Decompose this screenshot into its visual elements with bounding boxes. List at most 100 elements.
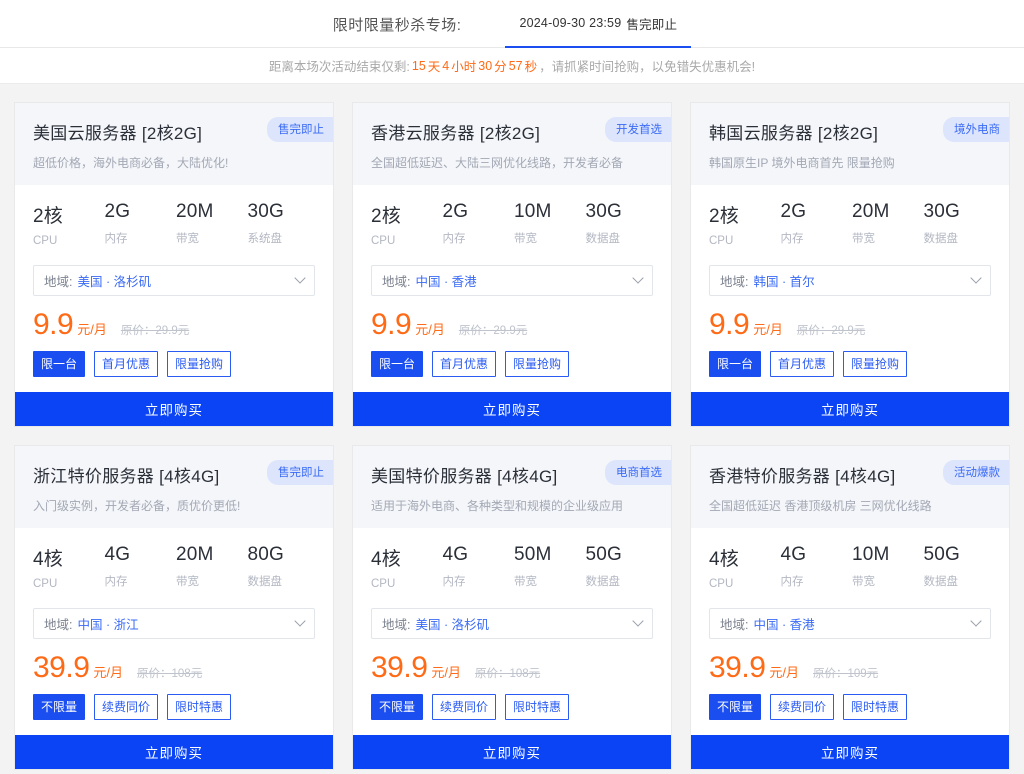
countdown-hours-unit: 小时: [451, 56, 476, 75]
chevron-down-icon: [294, 272, 305, 283]
product-card-6[interactable]: 香港特价服务器 [4核4G] 全国超低延迟 香港顶级机房 三网优化线路 活动爆款…: [690, 445, 1010, 770]
card-header: 香港特价服务器 [4核4G] 全国超低延迟 香港顶级机房 三网优化线路 活动爆款: [691, 446, 1009, 528]
price-row: 9.9 元/月 原价：29.9元: [33, 310, 315, 340]
spec-value: 2G: [781, 201, 849, 223]
price-unit: 元/月: [753, 319, 783, 338]
spec-cell-2: 4G 内存: [781, 544, 849, 590]
spec-value: 4核: [33, 544, 101, 571]
spec-row: 4核CPU4G内存20M带宽80G数据盘: [33, 544, 315, 590]
spec-label: 数据盘: [586, 230, 654, 246]
spec-label: 数据盘: [924, 230, 992, 246]
price-unit: 元/月: [769, 662, 799, 681]
tag-2: 续费同价: [770, 694, 834, 720]
tag-1: 不限量: [33, 694, 85, 720]
card-body: 2核CPU2G内存20M带宽30G数据盘 地域: 韩国 · 首尔 9.9 元/月…: [691, 185, 1009, 392]
spec-value: 2G: [443, 201, 511, 223]
buy-now-button[interactable]: 立即购买: [353, 392, 671, 426]
spec-row: 2核CPU2G内存20M带宽30G数据盘: [709, 201, 991, 247]
spec-label: 内存: [781, 573, 849, 589]
spec-value: 2G: [105, 201, 173, 223]
region-select[interactable]: 地域: 中国 · 浙江: [33, 608, 315, 639]
region-select[interactable]: 地域: 美国 · 洛杉矶: [33, 265, 315, 296]
region-select[interactable]: 地域: 中国 · 香港: [371, 265, 653, 296]
spec-label: 数据盘: [924, 573, 992, 589]
spec-cell-2: 4G内存: [443, 544, 511, 590]
region-select[interactable]: 地域: 韩国 · 首尔: [709, 265, 991, 296]
spec-row: 2核CPU2G内存10M带宽30G数据盘: [371, 201, 653, 247]
spec-cell-1: 4核CPU: [709, 544, 777, 590]
price-row: 39.9 元/月 原价：108元: [371, 653, 653, 683]
spec-label: CPU: [709, 235, 777, 247]
countdown-days: 15: [412, 59, 426, 73]
tag-2: 首月优惠: [432, 351, 496, 377]
tag-2: 首月优惠: [94, 351, 158, 377]
chevron-down-icon: [632, 272, 643, 283]
price-amount: 9.9: [33, 310, 73, 340]
spec-cell-3: 20M 带宽: [852, 201, 920, 247]
promo-title: 限时限量秒杀专场:: [333, 0, 506, 48]
spec-cell-4: 80G数据盘: [248, 544, 316, 590]
product-card-5[interactable]: 美国特价服务器 [4核4G] 适用于海外电商、各种类型和规模的企业级应用 电商首…: [352, 445, 672, 770]
product-card-2[interactable]: 香港云服务器 [2核2G] 全国超低延迟、大陆三网优化线路，开发者必备 开发首选…: [352, 102, 672, 427]
spec-label: 数据盘: [586, 573, 654, 589]
spec-label: 带宽: [176, 573, 244, 589]
buy-now-button[interactable]: 立即购买: [691, 392, 1009, 426]
tag-list: 限一台首月优惠限量抢购: [33, 351, 315, 392]
session-tab[interactable]: 2024-09-30 23:59 售完即止: [505, 0, 691, 48]
spec-value: 80G: [248, 544, 316, 566]
card-header: 美国云服务器 [2核2G] 超低价格，海外电商必备，大陆优化! 售完即止: [15, 103, 333, 185]
spec-value: 10M: [852, 544, 920, 566]
region-value: 中国 · 香港: [415, 271, 476, 290]
spec-label: 带宽: [852, 230, 920, 246]
buy-now-button[interactable]: 立即购买: [353, 735, 671, 769]
spec-value: 30G: [248, 201, 316, 223]
card-body: 4核CPU4G内存50M带宽50G数据盘 地域: 美国 · 洛杉矶 39.9 元…: [353, 528, 671, 735]
spec-value: 4G: [781, 544, 849, 566]
spec-cell-1: 2核CPU: [33, 201, 101, 247]
price-row: 9.9 元/月 原价：29.9元: [371, 310, 653, 340]
product-card-grid: 美国云服务器 [2核2G] 超低价格，海外电商必备，大陆优化! 售完即止 2核C…: [0, 84, 1024, 774]
spec-cell-2: 2G内存: [443, 201, 511, 247]
spec-label: 系统盘: [248, 230, 316, 246]
tag-3: 限时特惠: [843, 694, 907, 720]
price-row: 39.9 元/月 原价：108元: [33, 653, 315, 683]
region-label: 地域:: [720, 271, 748, 290]
original-price: 原价：29.9元: [797, 322, 865, 338]
tag-3: 限量抢购: [167, 351, 231, 377]
spec-cell-4: 30G数据盘: [586, 201, 654, 247]
spec-value: 20M: [852, 201, 920, 223]
card-header: 浙江特价服务器 [4核4G] 入门级实例，开发者必备，质优价更低! 售完即止: [15, 446, 333, 528]
status-badge: 境外电商: [943, 117, 1009, 142]
spec-label: 带宽: [514, 573, 582, 589]
tag-1: 限一台: [33, 351, 85, 377]
product-card-1[interactable]: 美国云服务器 [2核2G] 超低价格，海外电商必备，大陆优化! 售完即止 2核C…: [14, 102, 334, 427]
countdown-prefix: 距离本场次活动结束仅剩:: [269, 56, 410, 75]
countdown-days-unit: 天: [428, 56, 441, 75]
spec-cell-4: 30G 系统盘: [248, 201, 316, 247]
countdown-bar: 距离本场次活动结束仅剩: 15 天 4 小时 30 分 57 秒 ，请抓紧时间抢…: [0, 48, 1024, 84]
spec-value: 50M: [514, 544, 582, 566]
tag-list: 不限量续费同价限时特惠: [33, 694, 315, 735]
buy-now-button[interactable]: 立即购买: [691, 735, 1009, 769]
price-unit: 元/月: [431, 662, 461, 681]
spec-cell-3: 10M带宽: [514, 201, 582, 247]
tag-3: 限时特惠: [505, 694, 569, 720]
region-value: 韩国 · 首尔: [753, 271, 814, 290]
region-select[interactable]: 地域: 中国 · 香港: [709, 608, 991, 639]
status-badge: 售完即止: [267, 117, 333, 142]
spec-cell-1: 2核CPU: [709, 201, 777, 247]
spec-cell-3: 20M带宽: [176, 544, 244, 590]
product-card-4[interactable]: 浙江特价服务器 [4核4G] 入门级实例，开发者必备，质优价更低! 售完即止 4…: [14, 445, 334, 770]
buy-now-button[interactable]: 立即购买: [15, 392, 333, 426]
chevron-down-icon: [970, 272, 981, 283]
status-badge: 开发首选: [605, 117, 671, 142]
region-select[interactable]: 地域: 美国 · 洛杉矶: [371, 608, 653, 639]
spec-value: 10M: [514, 201, 582, 223]
price-amount: 9.9: [371, 310, 411, 340]
region-label: 地域:: [382, 614, 410, 633]
region-value: 中国 · 香港: [753, 614, 814, 633]
buy-now-button[interactable]: 立即购买: [15, 735, 333, 769]
price-unit: 元/月: [93, 662, 123, 681]
tag-2: 首月优惠: [770, 351, 834, 377]
product-card-3[interactable]: 韩国云服务器 [2核2G] 韩国原生IP 境外电商首先 限量抢购 境外电商 2核…: [690, 102, 1010, 427]
